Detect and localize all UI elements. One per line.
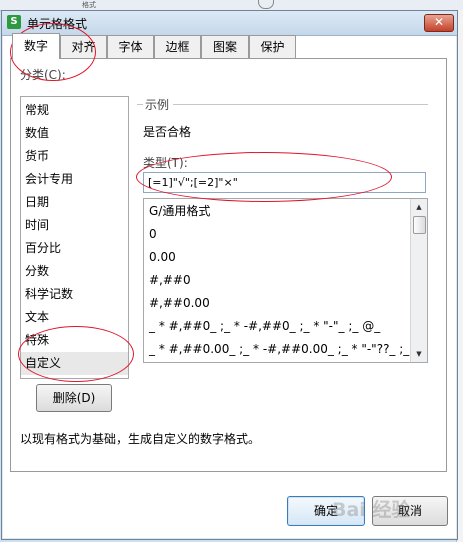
category-item-fraction[interactable]: 分数 [21,260,128,283]
format-item[interactable]: G/通用格式 [149,200,210,222]
tab-number[interactable]: 数字 [12,33,60,59]
category-item-general[interactable]: 常规 [21,99,128,122]
format-item[interactable]: #,##0 [149,269,191,291]
close-icon: ✕ [433,15,445,29]
dialog-title: 单元格格式 [27,17,88,31]
tab-font[interactable]: 字体 [107,35,154,58]
background-tab-text: 格式 [82,1,96,9]
category-item-percentage[interactable]: 百分比 [21,237,128,260]
category-item-custom[interactable]: 自定义 [21,352,128,375]
close-button[interactable]: ✕ [424,14,454,32]
format-list[interactable]: G/通用格式 0 0.00 #,##0 #,##0.00 _ * #,##0_ … [143,198,428,363]
app-icon: S [7,15,21,29]
sample-label: 示例 [143,96,174,113]
category-label: 分类(C): [20,68,66,82]
category-item-time[interactable]: 时间 [21,214,128,237]
tab-protection[interactable]: 保护 [249,35,296,58]
format-item[interactable]: #,##0.00 [149,292,210,314]
sample-value: 是否合格 [143,125,192,139]
format-description: 以现有格式为基础，生成自定义的数字格式。 [20,432,261,446]
category-item-number[interactable]: 数值 [21,122,128,145]
format-list-scrollbar[interactable]: ▲ ▼ [410,199,427,362]
tab-pattern[interactable]: 图案 [201,35,249,58]
delete-button[interactable]: 删除(D) [36,384,112,412]
title-bar[interactable]: S 单元格格式 ✕ [2,11,457,36]
type-label: 类型(T): [143,156,188,170]
category-item-currency[interactable]: 货币 [21,145,128,168]
category-item-date[interactable]: 日期 [21,191,128,214]
scroll-down-icon[interactable]: ▼ [411,346,427,362]
format-item[interactable]: _ * #,##0.00_ ;_ * -#,##0.00_ ;_ * "-"??… [149,338,427,360]
scroll-thumb[interactable] [413,216,426,234]
scroll-up-icon[interactable]: ▲ [411,199,427,215]
category-item-text[interactable]: 文本 [21,306,128,329]
tab-border[interactable]: 边框 [154,35,201,58]
format-item[interactable]: 0.00 [149,246,176,268]
tab-alignment[interactable]: 对齐 [60,35,107,58]
watermark: Bai 经验 [332,499,411,521]
type-input[interactable] [143,172,426,193]
category-item-special[interactable]: 特殊 [21,329,128,352]
category-item-scientific[interactable]: 科学记数 [21,283,128,306]
category-list[interactable]: 常规 数值 货币 会计专用 日期 时间 百分比 分数 科学记数 文本 特殊 自定… [20,96,129,379]
format-item[interactable]: 0 [149,223,157,245]
background-decoration [258,0,274,9]
format-item[interactable]: _ * #,##0_ ;_ * -#,##0_ ;_ * "-"_ ;_ @_ [149,315,380,337]
category-item-accounting[interactable]: 会计专用 [21,168,128,191]
